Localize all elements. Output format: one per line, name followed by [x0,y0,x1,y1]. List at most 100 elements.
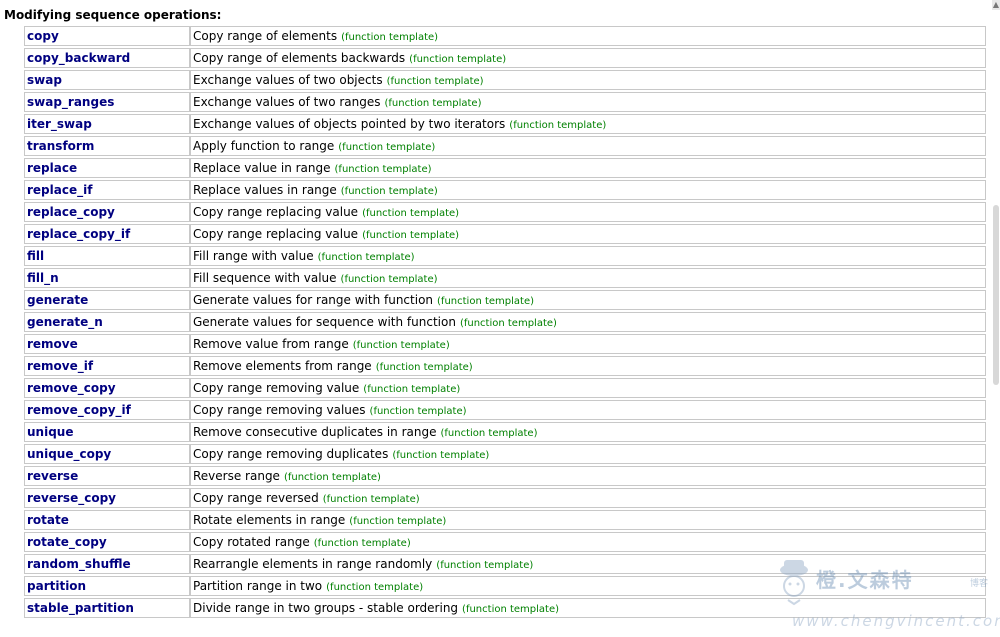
table-row: unique Remove consecutive duplicates in r… [24,422,986,442]
function-description-cell: Exchange values of two objects (function … [190,70,986,90]
table-row: generate_n Generate values for sequence w… [24,312,986,332]
function-name-cell: swap [24,70,190,90]
function-name-cell: reverse_copy [24,488,190,508]
function-link[interactable]: remove [27,337,78,351]
vertical-scrollbar[interactable]: ▲ [992,0,1000,637]
function-description: Copy range reversed [193,491,319,505]
function-kind-label: (function template) [363,384,461,395]
function-description-cell: Copy range of elements backwards (functio… [190,48,986,68]
table-row: rotate_copy Copy rotated range (function t… [24,532,986,552]
table-row: replace_copy Copy range replacing value (f… [24,202,986,222]
function-link[interactable]: transform [27,139,94,153]
table-row: reverse Reverse range (function template) [24,466,986,486]
function-kind-label: (function template) [436,560,534,571]
function-name-cell: generate [24,290,190,310]
function-name-cell: remove [24,334,190,354]
function-name-cell: copy [24,26,190,46]
function-description-cell: Fill sequence with value (function templa… [190,268,986,288]
function-description: Fill range with value [193,249,314,263]
function-kind-label: (function template) [283,472,381,483]
function-description-cell: Remove consecutive duplicates in range (f… [190,422,986,442]
function-description: Exchange values of two ranges [193,95,381,109]
table-row: random_shuffle Rearrangle elements in ran… [24,554,986,574]
function-kind-label: (function template) [338,142,436,153]
function-description: Copy range removing value [193,381,360,395]
function-description: Generate values for range with function [193,293,434,307]
function-name-cell: unique [24,422,190,442]
function-name-cell: iter_swap [24,114,190,134]
function-link[interactable]: iter_swap [27,117,92,131]
function-kind-label: (function template) [334,164,432,175]
table-row: remove Remove value from range (function t… [24,334,986,354]
function-name-cell: generate_n [24,312,190,332]
table-row: fill_n Fill sequence with value (function … [24,268,986,288]
function-description: Remove consecutive duplicates in range [193,425,437,439]
function-link[interactable]: copy [27,29,59,43]
function-kind-label: (function template) [459,318,557,329]
function-description-cell: Generate values for sequence with functi… [190,312,986,332]
function-name-cell: stable_partition [24,598,190,618]
function-link[interactable]: replace_copy [27,205,115,219]
function-link[interactable]: partition [27,579,86,593]
function-kind-label: (function template) [352,340,450,351]
function-description: Copy range replacing value [193,205,359,219]
function-link[interactable]: unique [27,425,73,439]
function-description-cell: Apply function to range (function templat… [190,136,986,156]
function-description: Copy range of elements backwards [193,51,406,65]
function-link[interactable]: remove_copy_if [27,403,131,417]
scrollbar-thumb[interactable] [993,205,999,385]
function-link[interactable]: remove_if [27,359,93,373]
function-name-cell: copy_backward [24,48,190,68]
table-row: iter_swap Exchange values of objects poin… [24,114,986,134]
function-description-cell: Generate values for range with function(… [190,290,986,310]
function-description: Rotate elements in range [193,513,346,527]
function-link[interactable]: copy_backward [27,51,130,65]
function-link[interactable]: random_shuffle [27,557,131,571]
function-description-cell: Copy rotated range (function template) [190,532,986,552]
function-link[interactable]: reverse [27,469,78,483]
function-name-cell: replace_copy_if [24,224,190,244]
operations-table-body: copy Copy range of elements (function temp… [24,26,986,618]
function-link[interactable]: replace_if [27,183,92,197]
function-kind-label: (function template) [384,98,482,109]
scroll-up-arrow-icon[interactable]: ▲ [992,0,1000,10]
function-kind-label: (function template) [462,604,560,615]
function-link[interactable]: generate [27,293,88,307]
function-link[interactable]: fill [27,249,44,263]
table-row: replace_if Replace values in range (functi… [24,180,986,200]
function-link[interactable]: rotate_copy [27,535,107,549]
function-description: Apply function to range [193,139,335,153]
function-link[interactable]: replace [27,161,77,175]
function-kind-label: (function template) [369,406,467,417]
function-description: Copy range removing duplicates [193,447,389,461]
function-description-cell: Divide range in two groups - stable orde… [190,598,986,618]
function-link[interactable]: generate_n [27,315,103,329]
function-link[interactable]: fill_n [27,271,59,285]
function-description: Exchange values of two objects [193,73,383,87]
function-description: Copy rotated range [193,535,310,549]
function-description: Divide range in two groups - stable orde… [193,601,459,615]
function-link[interactable]: reverse_copy [27,491,116,505]
function-description: Remove elements from range [193,359,372,373]
function-kind-label: (function template) [437,296,535,307]
function-link[interactable]: rotate [27,513,69,527]
function-kind-label: (function template) [392,450,490,461]
table-row: rotate Rotate elements in range (function … [24,510,986,530]
function-kind-label: (function template) [509,120,607,131]
function-kind-label: (function template) [340,274,438,285]
function-link[interactable]: remove_copy [27,381,116,395]
function-link[interactable]: unique_copy [27,447,111,461]
table-row: replace Replace value in range (function t… [24,158,986,178]
table-row: transform Apply function to range (functio… [24,136,986,156]
function-link[interactable]: replace_copy_if [27,227,130,241]
function-name-cell: rotate [24,510,190,530]
function-description: Reverse range [193,469,280,483]
function-description-cell: Replace value in range (function template… [190,158,986,178]
function-description-cell: Replace values in range (function templat… [190,180,986,200]
function-link[interactable]: swap_ranges [27,95,114,109]
function-link[interactable]: swap [27,73,62,87]
function-link[interactable]: stable_partition [27,601,134,615]
table-row: fill Fill range with value (function templ… [24,246,986,266]
function-kind-label: (function template) [349,516,447,527]
function-name-cell: transform [24,136,190,156]
